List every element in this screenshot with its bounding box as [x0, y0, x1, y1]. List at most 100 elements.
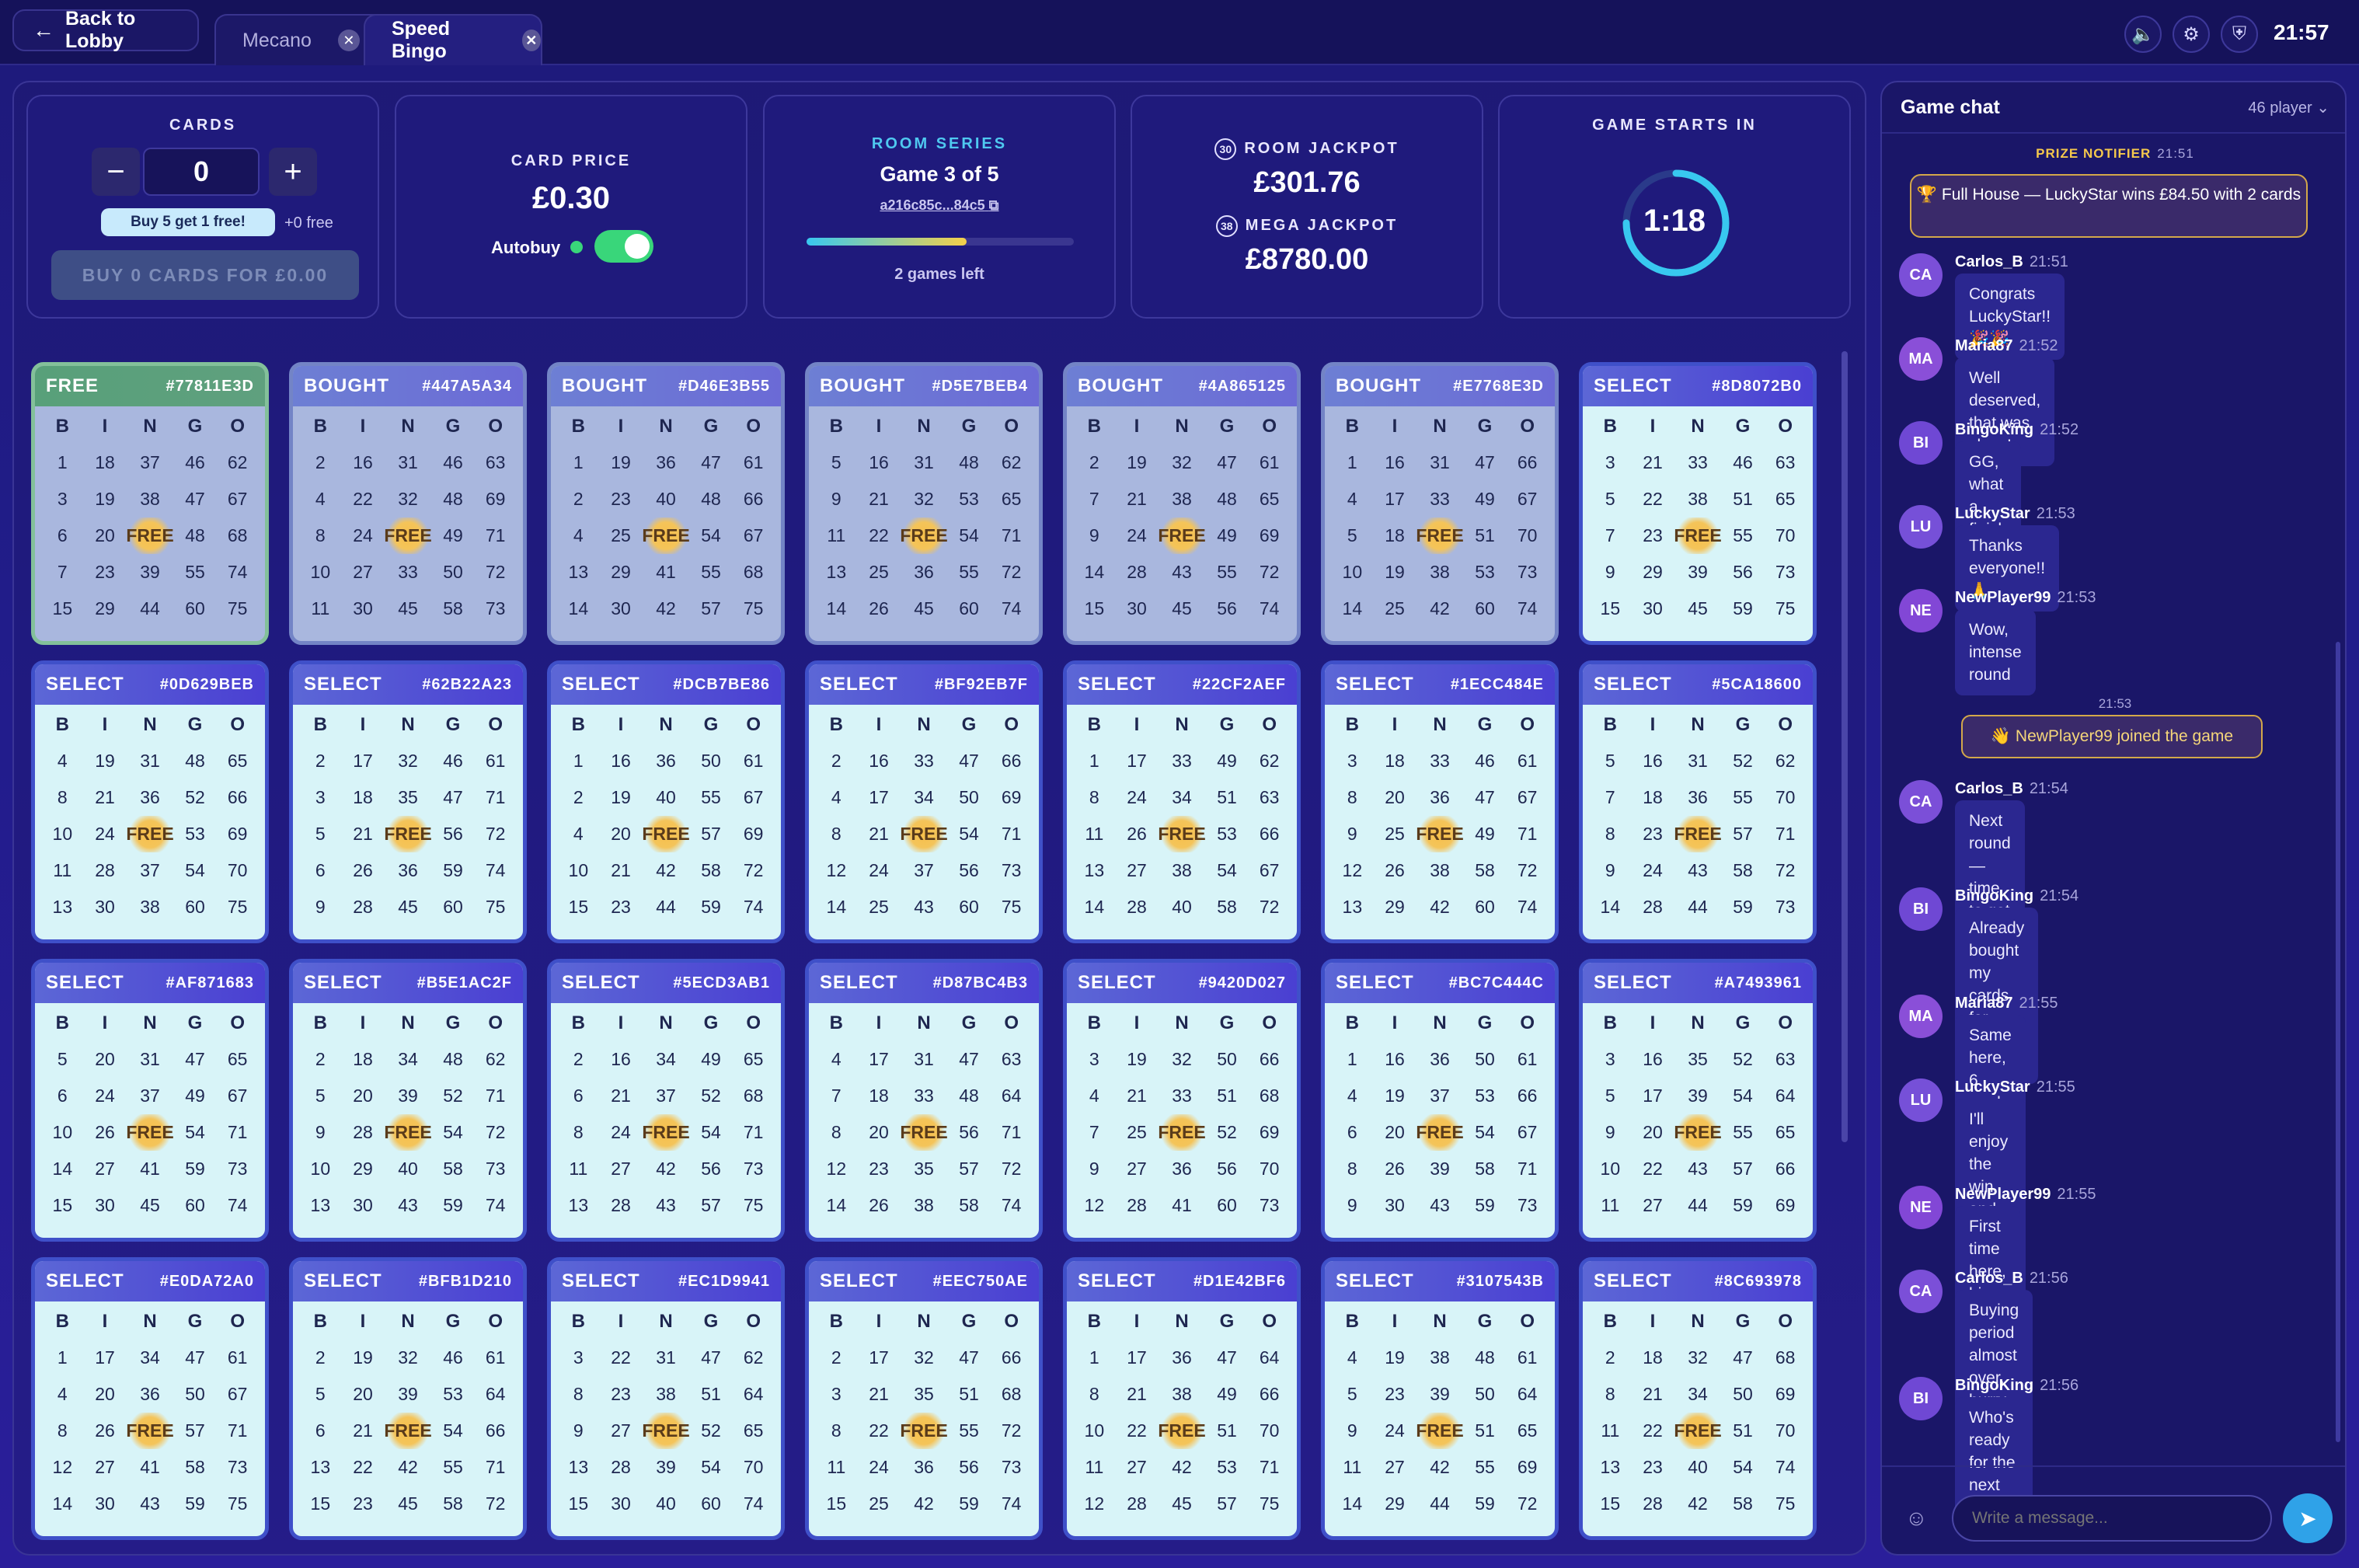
bingo-card[interactable]: SELECT #E0DA72A0 B I N G O 1 17 34 47 61 4 20 36 50 67 8 2…	[31, 1257, 269, 1540]
card-number: 54	[1475, 1122, 1495, 1142]
column-letter: O	[1778, 415, 1793, 437]
bingo-card[interactable]: SELECT #BFB1D210 B I N G O 2 19 32 46 61 5 20 39 53 64 6 2…	[289, 1257, 527, 1540]
column-letter: G	[1735, 713, 1751, 735]
bingo-card[interactable]: SELECT #8D8072B0 B I N G O 3 21 33 46 63 5 22 38 51 65 7 2…	[1579, 362, 1817, 645]
send-button[interactable]: ➤	[2283, 1493, 2333, 1543]
cards-scrollbar[interactable]	[1842, 351, 1848, 1142]
card-number: 33	[1172, 1085, 1192, 1106]
card-number: 12	[1342, 860, 1363, 880]
card-number: 70	[1775, 1420, 1796, 1441]
bingo-card[interactable]: SELECT #1ECC484E B I N G O 3 18 33 46 61 8 20 36 47 67 9 2…	[1321, 660, 1559, 943]
card-header[interactable]: SELECT #5ECD3AB1	[551, 963, 781, 1003]
card-header[interactable]: SELECT #BC7C444C	[1325, 963, 1555, 1003]
chat-message-input[interactable]	[1952, 1495, 2272, 1542]
close-icon[interactable]: ✕	[337, 30, 360, 51]
copy-icon[interactable]: ⧉	[989, 197, 999, 213]
emoji-icon[interactable]: ☺	[1905, 1506, 1928, 1531]
card-grid: B I N G O 4 17 31 47 63 7 18 33 48 64 8 20 FREE 56 71 12 23 35…	[809, 1003, 1039, 1224]
bingo-card[interactable]: SELECT #5ECD3AB1 B I N G O 2 16 34 49 65 6 21 37 52 68 8 2…	[547, 959, 785, 1242]
cards-quantity[interactable]: 0	[143, 148, 260, 196]
bingo-card[interactable]: SELECT #BF92EB7F B I N G O 2 16 33 47 66 4 17 34 50 69 8 2…	[805, 660, 1043, 943]
bingo-card[interactable]: SELECT #EC1D9941 B I N G O 3 22 31 47 62 8 23 38 51 64 9 2…	[547, 1257, 785, 1540]
card-number: 20	[1643, 1122, 1663, 1142]
card-header[interactable]: SELECT #BF92EB7F	[809, 664, 1039, 705]
card-number: 20	[353, 1384, 373, 1404]
bingo-card[interactable]: SELECT #9420D027 B I N G O 3 19 32 50 66 4 21 33 51 68 7 2…	[1063, 959, 1301, 1242]
bingo-card[interactable]: SELECT #0D629BEB B I N G O 4 19 31 48 65 8 21 36 52 66 10…	[31, 660, 269, 943]
bingo-card[interactable]: SELECT #3107543B B I N G O 4 19 38 48 61 5 23 39 50 64 9 2…	[1321, 1257, 1559, 1540]
decrement-button[interactable]: −	[92, 148, 140, 196]
card-number: 45	[398, 1493, 418, 1514]
card-number: 61	[1259, 452, 1280, 472]
card-number: 19	[611, 452, 631, 472]
autobuy-toggle[interactable]	[594, 230, 653, 263]
speaker-icon[interactable]: 🔈	[2124, 16, 2162, 53]
card-header[interactable]: SELECT #9420D027	[1067, 963, 1297, 1003]
column-letter: B	[1603, 415, 1617, 437]
card-header[interactable]: SELECT #EEC750AE	[809, 1261, 1039, 1301]
card-header[interactable]: SELECT #EC1D9941	[551, 1261, 781, 1301]
avatar: CA	[1899, 780, 1943, 824]
bingo-card[interactable]: SELECT #D87BC4B3 B I N G O 4 17 31 47 63 7 18 33 48 64 8 2…	[805, 959, 1043, 1242]
bingo-card[interactable]: SELECT #DCB7BE86 B I N G O 1 16 36 50 61 2 19 40 55 67 4 2…	[547, 660, 785, 943]
card-header[interactable]: SELECT #8D8072B0	[1583, 366, 1813, 406]
tab-speed-bingo[interactable]: Speed Bingo ✕	[364, 14, 542, 65]
card-header[interactable]: SELECT #AF871683	[35, 963, 265, 1003]
card-header[interactable]: SELECT #3107543B	[1325, 1261, 1555, 1301]
bingo-card[interactable]: SELECT #B5E1AC2F B I N G O 2 18 34 48 62 5 20 39 52 71 9 2…	[289, 959, 527, 1242]
card-number: 7	[1089, 489, 1099, 509]
card-number: 9	[315, 897, 326, 917]
card-number: 13	[1084, 860, 1105, 880]
card-header[interactable]: SELECT #1ECC484E	[1325, 664, 1555, 705]
bingo-card[interactable]: SELECT #62B22A23 B I N G O 2 17 32 46 61 3 18 35 47 71 5 2…	[289, 660, 527, 943]
card-number: 74	[485, 1195, 506, 1215]
card-number: 11	[1601, 1195, 1620, 1215]
bingo-card[interactable]: SELECT #EEC750AE B I N G O 2 17 32 47 66 3 21 35 51 68 8 2…	[805, 1257, 1043, 1540]
series-hash[interactable]: a216c85c...84c5 ⧉	[765, 197, 1114, 214]
card-header[interactable]: SELECT #D87BC4B3	[809, 963, 1039, 1003]
bingo-card[interactable]: SELECT #BC7C444C B I N G O 1 16 36 50 61 4 19 37 53 66 6 2…	[1321, 959, 1559, 1242]
column-letter: O	[1262, 1012, 1277, 1033]
card-id: #EC1D9941	[678, 1272, 770, 1290]
bingo-card[interactable]: SELECT #D1E42BF6 B I N G O 1 17 36 47 64 8 21 38 49 66 10…	[1063, 1257, 1301, 1540]
increment-button[interactable]: +	[269, 148, 317, 196]
card-header[interactable]: SELECT #62B22A23	[293, 664, 523, 705]
card-id: #AF871683	[166, 974, 254, 991]
card-number: 50	[1475, 1049, 1495, 1069]
bingo-card[interactable]: SELECT #8C693978 B I N G O 2 18 32 47 68 8 21 34 50 69 11…	[1579, 1257, 1817, 1540]
back-to-lobby-button[interactable]: ← Back to Lobby	[12, 8, 199, 52]
bingo-card[interactable]: SELECT #A7493961 B I N G O 3 16 35 52 63 5 17 39 54 64 9 2…	[1579, 959, 1817, 1242]
bingo-card[interactable]: SELECT #5CA18600 B I N G O 5 16 31 52 62 7 18 36 55 70 8 2…	[1579, 660, 1817, 943]
chat-scrollbar[interactable]	[2336, 642, 2340, 1442]
card-number: 5	[1347, 1384, 1357, 1404]
bingo-card[interactable]: SELECT #AF871683 B I N G O 5 20 31 47 65 6 24 37 49 67 10…	[31, 959, 269, 1242]
column-letter: O	[1778, 1310, 1793, 1332]
card-header[interactable]: SELECT #BFB1D210	[293, 1261, 523, 1301]
player-count-dropdown[interactable]: 46 player ⌄	[2248, 98, 2329, 117]
card-number: 72	[1775, 860, 1796, 880]
card-number: 39	[1430, 1159, 1450, 1179]
card-header[interactable]: SELECT #22CF2AEF	[1067, 664, 1297, 705]
card-header[interactable]: SELECT #D1E42BF6	[1067, 1261, 1297, 1301]
card-number: 9	[573, 1420, 584, 1441]
card-number: 67	[743, 525, 764, 545]
card-number: 46	[443, 452, 463, 472]
shield-icon[interactable]: ⛨	[2221, 16, 2258, 53]
buy-cards-button[interactable]: BUY 0 CARDS FOR £0.00	[51, 250, 359, 300]
card-header[interactable]: SELECT #0D629BEB	[35, 664, 265, 705]
card-number: 55	[1733, 1122, 1753, 1142]
card-number: 60	[1475, 598, 1495, 618]
card-number: 25	[869, 562, 889, 582]
close-icon[interactable]: ✕	[521, 30, 541, 51]
column-letter: O	[230, 713, 245, 735]
gear-icon[interactable]: ⚙	[2173, 16, 2210, 53]
card-header[interactable]: SELECT #8C693978	[1583, 1261, 1813, 1301]
card-header[interactable]: SELECT #A7493961	[1583, 963, 1813, 1003]
card-header[interactable]: SELECT #DCB7BE86	[551, 664, 781, 705]
card-number: 74	[1517, 897, 1538, 917]
card-header[interactable]: SELECT #E0DA72A0	[35, 1261, 265, 1301]
card-header[interactable]: SELECT #5CA18600	[1583, 664, 1813, 705]
card-number: 37	[140, 452, 160, 472]
bingo-card[interactable]: SELECT #22CF2AEF B I N G O 1 17 33 49 62 8 24 34 51 63 11…	[1063, 660, 1301, 943]
card-header[interactable]: SELECT #B5E1AC2F	[293, 963, 523, 1003]
